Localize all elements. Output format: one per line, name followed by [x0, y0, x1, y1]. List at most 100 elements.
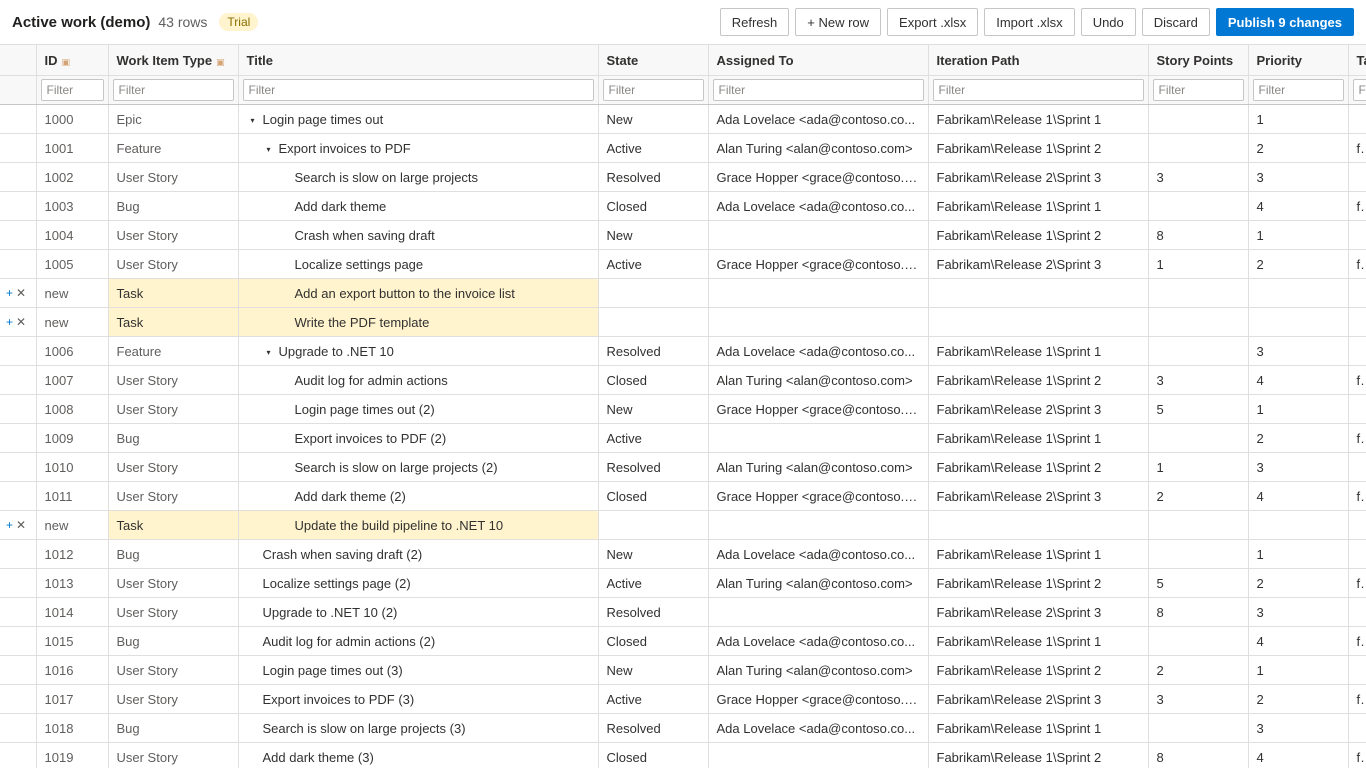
new-row[interactable]: + ✕ new Task Write the PDF template: [0, 307, 1366, 337]
id-cell[interactable]: 1001: [36, 133, 109, 163]
iteration-path-cell[interactable]: Fabrikam\Release 1\Sprint 2: [928, 452, 1149, 482]
assigned-to-cell[interactable]: Alan Turing <alan@contoso.com>: [708, 133, 929, 163]
work-item-type-cell[interactable]: Bug: [108, 539, 239, 569]
title-cell[interactable]: Search is slow on large projects (3): [238, 713, 599, 743]
tags-cell[interactable]: [1348, 510, 1366, 540]
tags-cell[interactable]: [1348, 220, 1366, 250]
iteration-path-cell[interactable]: Fabrikam\Release 1\Sprint 1: [928, 336, 1149, 366]
column-header-7[interactable]: Story Points: [1148, 44, 1249, 76]
story-points-cell[interactable]: [1148, 191, 1249, 221]
import-xlsx-button[interactable]: Import .xlsx: [984, 8, 1075, 36]
title-cell[interactable]: Search is slow on large projects (2): [238, 452, 599, 482]
table-row[interactable]: 1015 Bug Audit log for admin actions (2) Cl…: [0, 626, 1366, 656]
column-header-8[interactable]: Priority: [1248, 44, 1349, 76]
id-cell[interactable]: 1004: [36, 220, 109, 250]
state-cell[interactable]: Active: [598, 133, 709, 163]
priority-cell[interactable]: 3: [1248, 713, 1349, 743]
story-points-cell[interactable]: [1148, 510, 1249, 540]
work-item-type-cell[interactable]: Feature: [108, 133, 239, 163]
title-cell[interactable]: Export invoices to PDF (3): [238, 684, 599, 714]
table-row[interactable]: 1009 Bug Export invoices to PDF (2) Active F…: [0, 423, 1366, 453]
state-cell[interactable]: Resolved: [598, 597, 709, 627]
iteration-path-cell[interactable]: [928, 278, 1149, 308]
filter-input[interactable]: [40, 79, 104, 101]
assigned-to-cell[interactable]: [708, 278, 929, 308]
column-header-2[interactable]: Work Item Type ▣: [108, 44, 239, 76]
id-cell[interactable]: 1018: [36, 713, 109, 743]
priority-cell[interactable]: 3: [1248, 336, 1349, 366]
work-item-type-cell[interactable]: Bug: [108, 423, 239, 453]
assigned-to-cell[interactable]: Ada Lovelace <ada@contoso.co...: [708, 626, 929, 656]
story-points-cell[interactable]: 1: [1148, 249, 1249, 279]
close-icon[interactable]: ✕: [16, 315, 26, 329]
state-cell[interactable]: New: [598, 394, 709, 424]
assigned-to-cell[interactable]: Grace Hopper <grace@contoso.c...: [708, 684, 929, 714]
priority-cell[interactable]: 1: [1248, 539, 1349, 569]
id-cell[interactable]: 1017: [36, 684, 109, 714]
column-header-4[interactable]: State: [598, 44, 709, 76]
iteration-path-cell[interactable]: Fabrikam\Release 1\Sprint 1: [928, 191, 1149, 221]
state-cell[interactable]: New: [598, 220, 709, 250]
tags-cell[interactable]: [1348, 162, 1366, 192]
tags-cell[interactable]: fro: [1348, 423, 1366, 453]
id-cell[interactable]: 1014: [36, 597, 109, 627]
assigned-to-cell[interactable]: Ada Lovelace <ada@contoso.co...: [708, 191, 929, 221]
priority-cell[interactable]: 1: [1248, 220, 1349, 250]
column-header-5[interactable]: Assigned To: [708, 44, 929, 76]
work-item-type-cell[interactable]: Task: [108, 307, 239, 337]
close-icon[interactable]: ✕: [16, 518, 26, 532]
priority-cell[interactable]: 2: [1248, 568, 1349, 598]
story-points-cell[interactable]: [1148, 539, 1249, 569]
tags-cell[interactable]: [1348, 394, 1366, 424]
state-cell[interactable]: Closed: [598, 191, 709, 221]
iteration-path-cell[interactable]: Fabrikam\Release 2\Sprint 3: [928, 394, 1149, 424]
table-row[interactable]: 1007 User Story Audit log for admin action…: [0, 365, 1366, 395]
table-row[interactable]: 1002 User Story Search is slow on large pr…: [0, 162, 1366, 192]
filter-input[interactable]: [932, 79, 1144, 101]
tags-cell[interactable]: fro: [1348, 191, 1366, 221]
story-points-cell[interactable]: [1148, 104, 1249, 134]
iteration-path-cell[interactable]: Fabrikam\Release 1\Sprint 1: [928, 423, 1149, 453]
work-item-type-cell[interactable]: User Story: [108, 568, 239, 598]
priority-cell[interactable]: 4: [1248, 365, 1349, 395]
assigned-to-cell[interactable]: [708, 597, 929, 627]
column-header-3[interactable]: Title: [238, 44, 599, 76]
state-cell[interactable]: Resolved: [598, 162, 709, 192]
state-cell[interactable]: New: [598, 539, 709, 569]
title-cell[interactable]: ▾ Upgrade to .NET 10: [238, 336, 599, 366]
assigned-to-cell[interactable]: Ada Lovelace <ada@contoso.co...: [708, 336, 929, 366]
tags-cell[interactable]: [1348, 655, 1366, 685]
iteration-path-cell[interactable]: Fabrikam\Release 1\Sprint 2: [928, 133, 1149, 163]
id-cell[interactable]: 1015: [36, 626, 109, 656]
story-points-cell[interactable]: 8: [1148, 220, 1249, 250]
tags-cell[interactable]: fro: [1348, 568, 1366, 598]
priority-cell[interactable]: 3: [1248, 452, 1349, 482]
state-cell[interactable]: New: [598, 655, 709, 685]
assigned-to-cell[interactable]: [708, 307, 929, 337]
iteration-path-cell[interactable]: [928, 307, 1149, 337]
iteration-path-cell[interactable]: Fabrikam\Release 1\Sprint 2: [928, 655, 1149, 685]
title-cell[interactable]: Export invoices to PDF (2): [238, 423, 599, 453]
filter-input[interactable]: [712, 79, 924, 101]
state-cell[interactable]: [598, 510, 709, 540]
title-cell[interactable]: ▾ Export invoices to PDF: [238, 133, 599, 163]
assigned-to-cell[interactable]: Ada Lovelace <ada@contoso.co...: [708, 104, 929, 134]
title-cell[interactable]: Add dark theme: [238, 191, 599, 221]
iteration-path-cell[interactable]: Fabrikam\Release 1\Sprint 2: [928, 220, 1149, 250]
id-cell[interactable]: 1007: [36, 365, 109, 395]
state-cell[interactable]: New: [598, 104, 709, 134]
assigned-to-cell[interactable]: [708, 423, 929, 453]
story-points-cell[interactable]: 5: [1148, 568, 1249, 598]
column-header-9[interactable]: Ta: [1348, 44, 1366, 76]
iteration-path-cell[interactable]: [928, 510, 1149, 540]
work-item-type-cell[interactable]: Bug: [108, 713, 239, 743]
id-cell[interactable]: new: [36, 278, 109, 308]
assigned-to-cell[interactable]: Grace Hopper <grace@contoso.c...: [708, 162, 929, 192]
iteration-path-cell[interactable]: Fabrikam\Release 2\Sprint 3: [928, 684, 1149, 714]
id-cell[interactable]: 1019: [36, 742, 109, 768]
tags-cell[interactable]: [1348, 597, 1366, 627]
story-points-cell[interactable]: [1148, 423, 1249, 453]
story-points-cell[interactable]: [1148, 133, 1249, 163]
column-header-1[interactable]: ID ▣: [36, 44, 109, 76]
assigned-to-cell[interactable]: Grace Hopper <grace@contoso.c...: [708, 249, 929, 279]
